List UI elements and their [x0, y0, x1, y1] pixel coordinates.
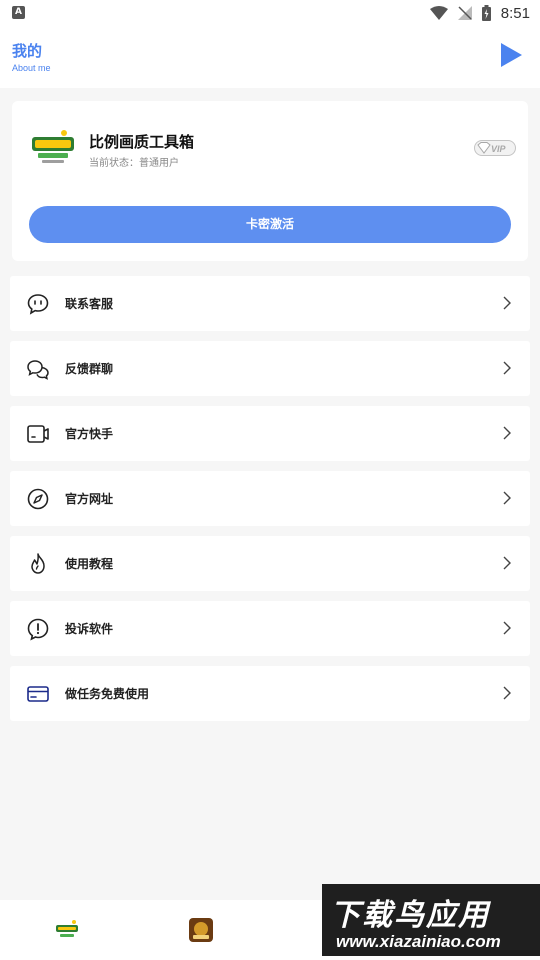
status-icons: 8:51	[429, 3, 530, 23]
chevron-right-icon	[503, 361, 511, 375]
menu-item-label: 投诉软件	[65, 622, 114, 636]
menu-item-free-tasks[interactable]: 做任务免费使用	[10, 666, 530, 721]
alert-circle-icon	[27, 618, 49, 641]
menu-item-complain[interactable]: 投诉软件	[10, 601, 530, 656]
watermark-title: 下载鸟应用	[330, 898, 490, 933]
menu-item-label: 使用教程	[65, 557, 114, 571]
card-icon	[27, 686, 49, 702]
vip-badge-label: VIP	[491, 144, 507, 154]
group-chat-icon	[27, 360, 49, 380]
page-subtitle: About me	[12, 63, 51, 73]
watermark: 下载鸟应用 www.xiazainiao.com	[322, 884, 540, 956]
chevron-right-icon	[503, 621, 511, 635]
menu-item-label: 联系客服	[65, 297, 114, 311]
app-logo-icon	[32, 130, 74, 163]
user-status: 当前状态：普通用户	[89, 158, 179, 169]
profile-card: 比例画质工具箱 当前状态：普通用户 VIP 卡密激活	[12, 101, 528, 261]
menu-item-official-kuaishou[interactable]: 官方快手	[10, 406, 530, 461]
chevron-right-icon	[503, 556, 511, 570]
page-title: 我的	[12, 42, 43, 60]
activate-button[interactable]: 卡密激活	[29, 206, 511, 243]
menu-item-tutorial[interactable]: 使用教程	[10, 536, 530, 591]
chevron-right-icon	[503, 686, 511, 700]
battery-icon	[481, 5, 491, 21]
play-icon[interactable]	[498, 41, 524, 69]
menu-item-label: 官方快手	[65, 427, 114, 441]
menu-item-label: 做任务免费使用	[65, 687, 150, 701]
menu-item-feedback-group[interactable]: 反馈群聊	[10, 341, 530, 396]
menu-item-label: 反馈群聊	[65, 362, 114, 376]
vip-badge: VIP	[474, 140, 516, 156]
chevron-right-icon	[503, 426, 511, 440]
compass-icon	[27, 488, 49, 510]
wifi-icon	[429, 6, 448, 20]
video-camera-icon	[27, 425, 49, 443]
status-time: 8:51	[500, 4, 530, 22]
app-notification-icon: A	[12, 6, 25, 19]
menu-item-contact-service[interactable]: 联系客服	[10, 276, 530, 331]
signal-icon	[457, 6, 472, 20]
chevron-right-icon	[503, 296, 511, 310]
menu-item-official-website[interactable]: 官方网址	[10, 471, 530, 526]
page-header: 我的 About me	[0, 26, 540, 88]
chat-bubble-icon	[27, 294, 49, 315]
status-bar: A 8:51	[0, 0, 540, 26]
chevron-right-icon	[503, 491, 511, 505]
menu-item-label: 官方网址	[65, 492, 114, 506]
app-tab-icon[interactable]	[54, 917, 80, 943]
game-tab-icon[interactable]	[188, 917, 214, 943]
watermark-url: www.xiazainiao.com	[336, 932, 501, 951]
flame-icon	[31, 553, 45, 574]
app-name: 比例画质工具箱	[89, 133, 195, 151]
